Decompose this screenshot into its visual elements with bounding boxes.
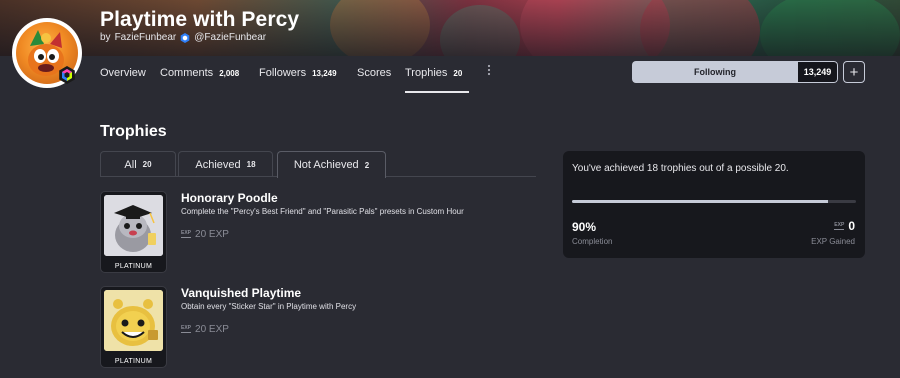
exp-gained-label: EXP Gained xyxy=(811,237,855,246)
completion-progress-fill xyxy=(572,200,828,203)
banner-art xyxy=(520,0,670,56)
nav-overview-label: Overview xyxy=(100,67,146,79)
trophy-item[interactable]: PLATINUM Vanquished Playtime Obtain ever… xyxy=(100,286,540,368)
nav-trophies-count: 20 xyxy=(453,68,463,78)
summary-text: You've achieved 18 trophies out of a pos… xyxy=(572,163,789,174)
nav-overview[interactable]: Overview xyxy=(100,66,146,80)
trophy-rank-label: PLATINUM xyxy=(114,358,153,365)
completion-progress-bar xyxy=(572,200,856,203)
trophy-image xyxy=(104,195,163,256)
tab-achieved[interactable]: Achieved 18 xyxy=(178,151,273,177)
trophy-exp-value: 20 EXP xyxy=(195,229,229,240)
trophy-exp: EXP 20 EXP xyxy=(181,324,229,335)
completion-percent: 90% xyxy=(572,220,597,234)
trophy-summary-card: You've achieved 18 trophies out of a pos… xyxy=(563,151,865,258)
trophy-image xyxy=(104,290,163,351)
tab-all-count: 20 xyxy=(142,160,152,169)
nav-followers[interactable]: Followers 13,249 xyxy=(259,66,337,80)
banner-art xyxy=(640,0,760,56)
banner-art xyxy=(760,0,900,56)
developer-byline: by FazieFunbear @FazieFunbear xyxy=(100,32,266,43)
trophy-exp-value: 20 EXP xyxy=(195,324,229,335)
tab-all-label: All xyxy=(124,158,137,171)
exp-icon: EXP xyxy=(181,325,192,333)
nav-trophies-label: Trophies xyxy=(405,67,448,79)
more-options-icon[interactable] xyxy=(486,64,492,76)
by-prefix: by xyxy=(100,32,111,43)
trophy-name: Honorary Poodle xyxy=(181,191,278,205)
trophy-rank-label: PLATINUM xyxy=(114,263,153,270)
trophy-description: Complete the "Percy's Best Friend" and "… xyxy=(181,207,464,216)
developer-handle-link[interactable]: @FazieFunbear xyxy=(194,32,266,43)
nav-followers-count: 13,249 xyxy=(312,68,337,78)
game-title: Playtime with Percy xyxy=(100,8,300,31)
exp-gained: EXP 0 xyxy=(834,219,855,233)
trophy-exp: EXP 20 EXP xyxy=(181,229,229,240)
trophy-item[interactable]: PLATINUM Honorary Poodle Complete the "P… xyxy=(100,191,540,273)
trophy-filter-tabs: All 20 Achieved 18 Not Achieved 2 xyxy=(100,151,536,178)
completion-label: Completion xyxy=(572,237,613,246)
trophy-name: Vanquished Playtime xyxy=(181,286,302,300)
exp-gained-value: 0 xyxy=(848,219,855,233)
banner-art xyxy=(440,5,520,56)
exp-icon: EXP xyxy=(834,221,845,230)
nav-active-indicator xyxy=(405,91,469,93)
tab-not-achieved[interactable]: Not Achieved 2 xyxy=(277,151,386,178)
gamejolt-hexagon-icon xyxy=(59,66,75,84)
nav-comments-label: Comments xyxy=(160,67,214,79)
following-label: Following xyxy=(632,61,798,83)
trophy-description: Obtain every "Sticker Star" in Playtime … xyxy=(181,302,357,311)
banner-art xyxy=(330,0,430,56)
nav-comments[interactable]: Comments 2,008 xyxy=(160,66,239,80)
tab-all[interactable]: All 20 xyxy=(100,151,176,177)
gamejolt-verified-icon xyxy=(180,32,190,43)
following-button[interactable]: Following 13,249 xyxy=(632,61,838,83)
nav-scores-label: Scores xyxy=(357,67,392,79)
exp-icon: EXP xyxy=(181,230,192,238)
tab-not-achieved-count: 2 xyxy=(364,160,370,170)
nav-scores[interactable]: Scores xyxy=(357,66,391,80)
nav-comments-count: 2,008 xyxy=(219,68,240,78)
trophy-thumbnail: PLATINUM xyxy=(100,286,167,368)
follower-count-badge: 13,249 xyxy=(798,61,838,83)
nav-followers-label: Followers xyxy=(259,67,307,79)
section-title: Trophies xyxy=(100,123,167,140)
trophy-thumbnail: PLATINUM xyxy=(100,191,167,273)
tab-achieved-label: Achieved xyxy=(195,158,241,171)
developer-name-link[interactable]: FazieFunbear xyxy=(115,32,177,43)
tab-not-achieved-label: Not Achieved xyxy=(293,159,359,171)
tab-achieved-count: 18 xyxy=(246,160,256,169)
nav-trophies[interactable]: Trophies 20 xyxy=(405,66,462,80)
add-to-playlist-button[interactable]: + xyxy=(843,61,865,83)
